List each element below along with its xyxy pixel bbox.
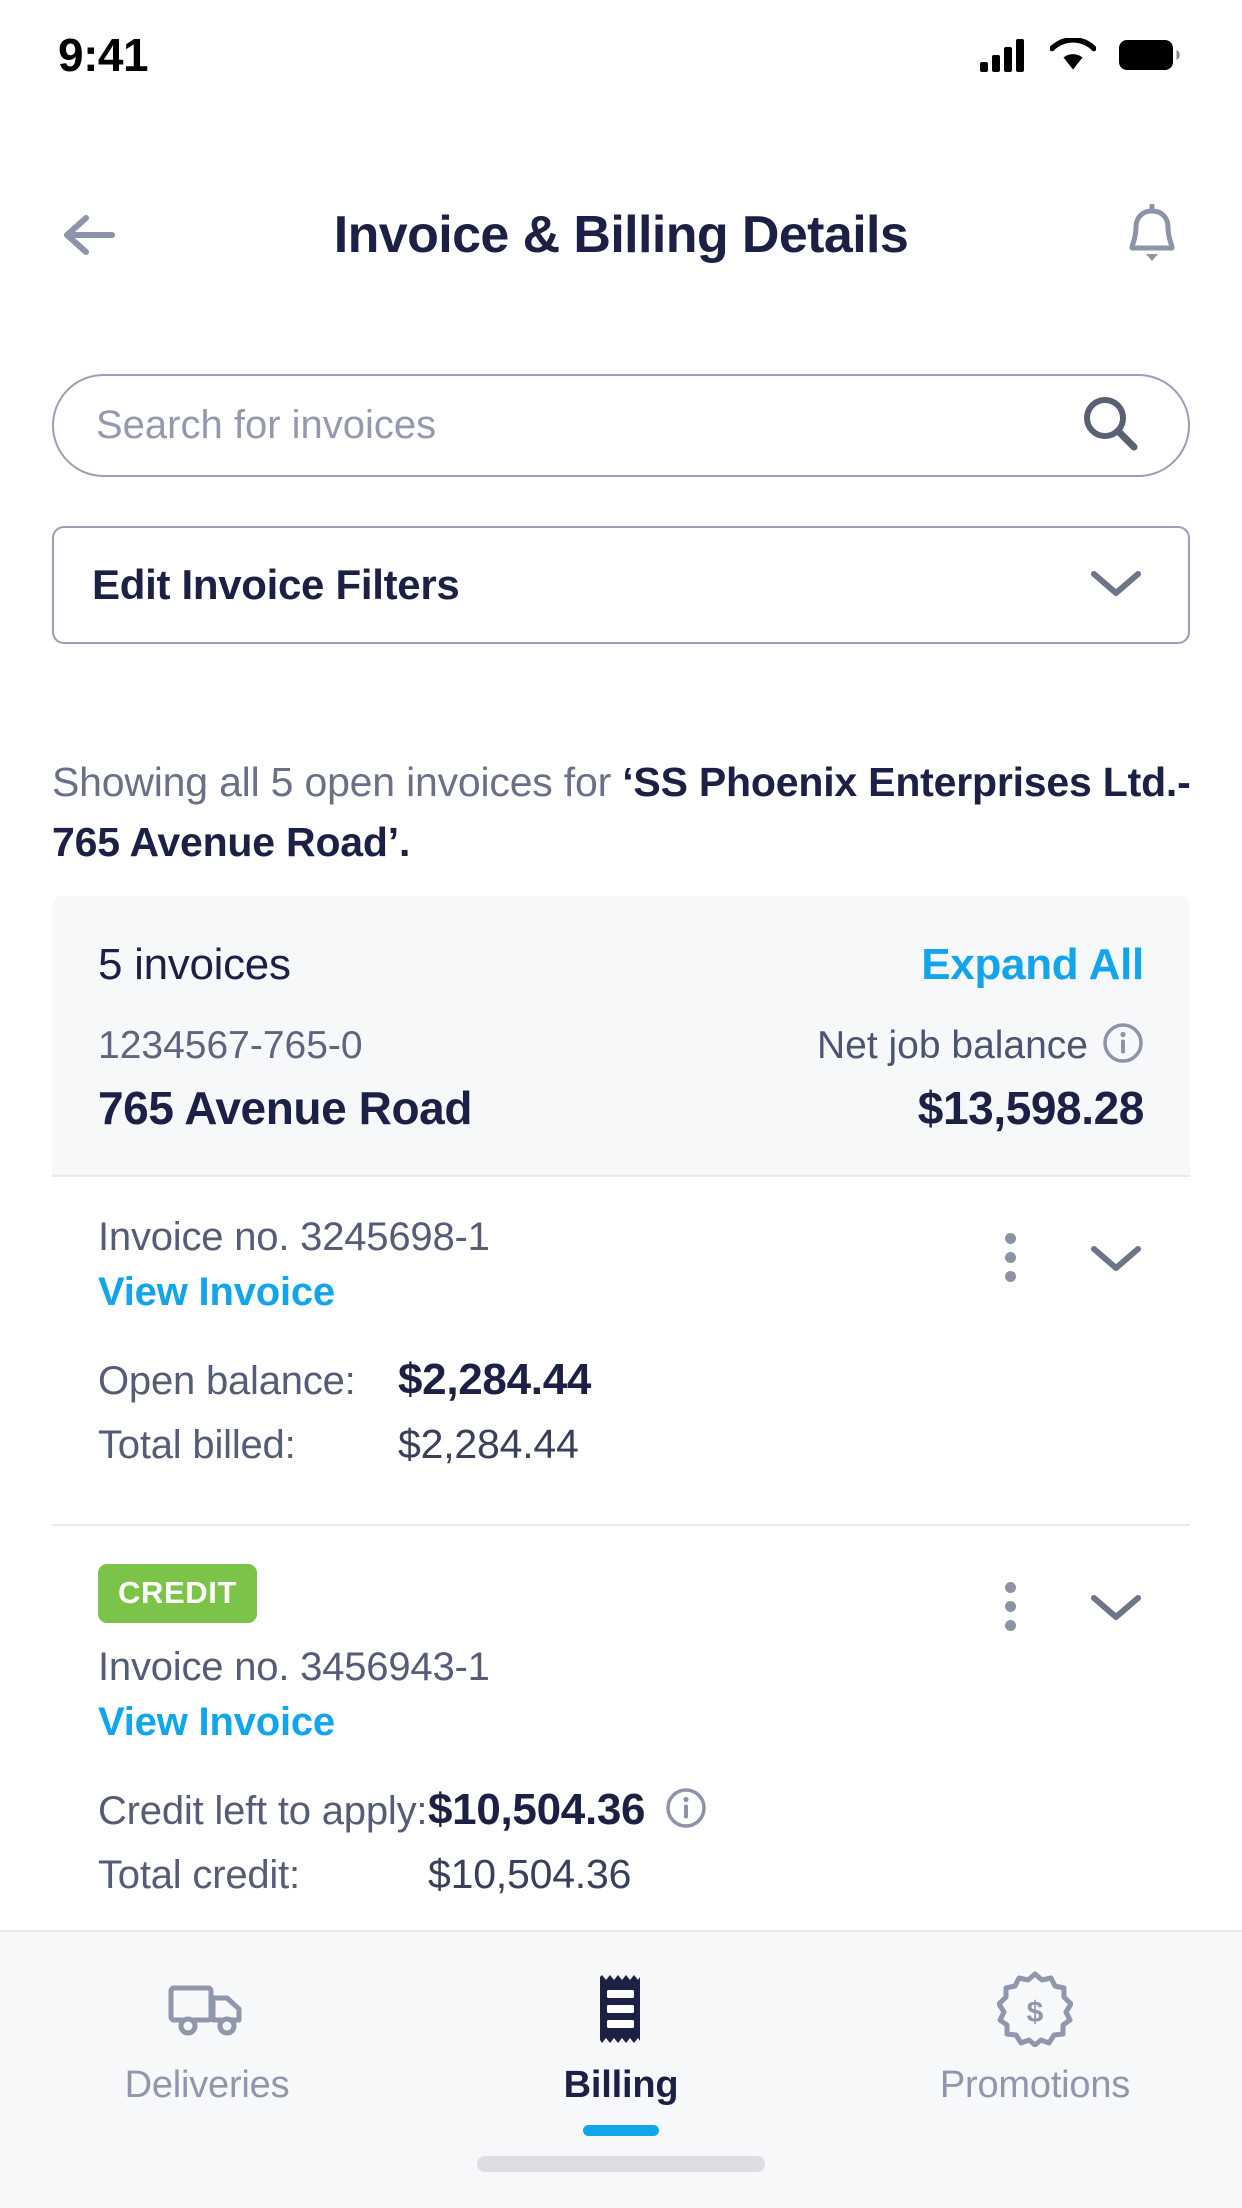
showing-prefix: Showing all 5 open invoices for [52, 759, 623, 805]
total-billed-row: Total billed: $2,284.44 [98, 1421, 1144, 1468]
bell-icon [1129, 204, 1175, 261]
invoice-count: 5 invoices [98, 940, 291, 989]
truck-icon [167, 1968, 247, 2050]
tab-billing[interactable]: Billing [414, 1968, 828, 2136]
tab-label-promotions: Promotions [939, 2064, 1131, 2106]
open-balance-label: Open balance: [98, 1359, 356, 1403]
arrow-left-icon [64, 215, 115, 255]
credit-left-value: $10,504.36 [428, 1785, 646, 1834]
tab-deliveries[interactable]: Deliveries [0, 1968, 414, 2107]
invoice-card-header: 5 invoices Expand All 1234567-765-0 Net … [52, 896, 1190, 1175]
net-job-balance-amount: $13,598.28 [917, 1082, 1145, 1134]
home-indicator [477, 2156, 765, 2172]
view-invoice-link[interactable]: View Invoice [98, 1700, 991, 1745]
expand-all-button[interactable]: Expand All [921, 940, 1144, 990]
invoice-card: 5 invoices Expand All 1234567-765-0 Net … [52, 896, 1190, 1954]
job-address: 765 Avenue Road [98, 1082, 473, 1134]
expand-invoice-chevron-icon[interactable] [1088, 1590, 1144, 1624]
open-balance-value: $2,284.44 [398, 1355, 592, 1404]
credit-left-row: Credit left to apply: $10,504.36 [98, 1785, 1144, 1835]
view-invoice-link[interactable]: View Invoice [98, 1270, 991, 1315]
cellular-signal-icon [980, 39, 1024, 72]
status-time: 9:41 [58, 29, 149, 81]
info-icon[interactable] [665, 1787, 707, 1834]
tab-label-deliveries: Deliveries [124, 2064, 290, 2106]
active-tab-indicator [583, 2125, 659, 2136]
total-credit-label: Total credit: [98, 1853, 300, 1897]
search-bar[interactable] [52, 374, 1190, 477]
total-billed-label: Total billed: [98, 1423, 296, 1467]
tab-label-billing: Billing [563, 2064, 679, 2106]
net-job-balance-label: Net job balance [816, 1023, 1088, 1067]
open-balance-row: Open balance: $2,284.44 [98, 1355, 1144, 1405]
invoice-row[interactable]: Invoice no. 3245698-1 View Invoice Open … [52, 1175, 1190, 1524]
page-title: Invoice & Billing Details [333, 206, 909, 264]
invoice-number: Invoice no. 3245698-1 [98, 1215, 490, 1259]
total-credit-value: $10,504.36 [428, 1851, 632, 1897]
tab-promotions[interactable]: $ Promotions [828, 1968, 1242, 2107]
job-number: 1234567-765-0 [98, 1023, 363, 1067]
showing-summary: Showing all 5 open invoices for ‘SS Phoe… [52, 752, 1202, 872]
app-header: Invoice & Billing Details [0, 175, 1242, 295]
status-badge: CREDIT [98, 1564, 257, 1623]
invoice-row[interactable]: CREDIT Invoice no. 3456943-1 View Invoic… [52, 1524, 1190, 1954]
search-icon[interactable] [1078, 391, 1142, 460]
invoice-billing-screen: 9:41 Invoice & Billing Details Search fo… [0, 0, 1242, 2208]
status-bar: 9:41 [0, 0, 1242, 110]
expand-invoice-chevron-icon[interactable] [1088, 1241, 1144, 1275]
wifi-icon [1050, 38, 1096, 70]
kebab-menu-icon[interactable] [991, 1227, 1030, 1288]
search-box[interactable] [52, 374, 1190, 477]
search-input[interactable] [96, 403, 1064, 448]
svg-text:$: $ [1027, 1996, 1044, 2029]
status-icons [980, 38, 1180, 72]
notifications-button[interactable] [1114, 197, 1190, 273]
info-icon[interactable] [1102, 1022, 1144, 1069]
receipt-icon [591, 1968, 651, 2050]
filter-label: Edit Invoice Filters [92, 561, 460, 608]
total-credit-row: Total credit: $10,504.36 [98, 1851, 1144, 1898]
edit-invoice-filters-dropdown[interactable]: Edit Invoice Filters [52, 526, 1190, 644]
battery-icon [1119, 40, 1180, 70]
credit-left-label: Credit left to apply: [98, 1789, 428, 1833]
total-billed-value: $2,284.44 [398, 1421, 579, 1467]
invoice-number: Invoice no. 3456943-1 [98, 1645, 490, 1689]
chevron-down-icon[interactable] [1088, 566, 1144, 605]
discount-badge-icon: $ [997, 1968, 1073, 2050]
back-button[interactable] [52, 197, 128, 273]
kebab-menu-icon[interactable] [991, 1576, 1030, 1637]
